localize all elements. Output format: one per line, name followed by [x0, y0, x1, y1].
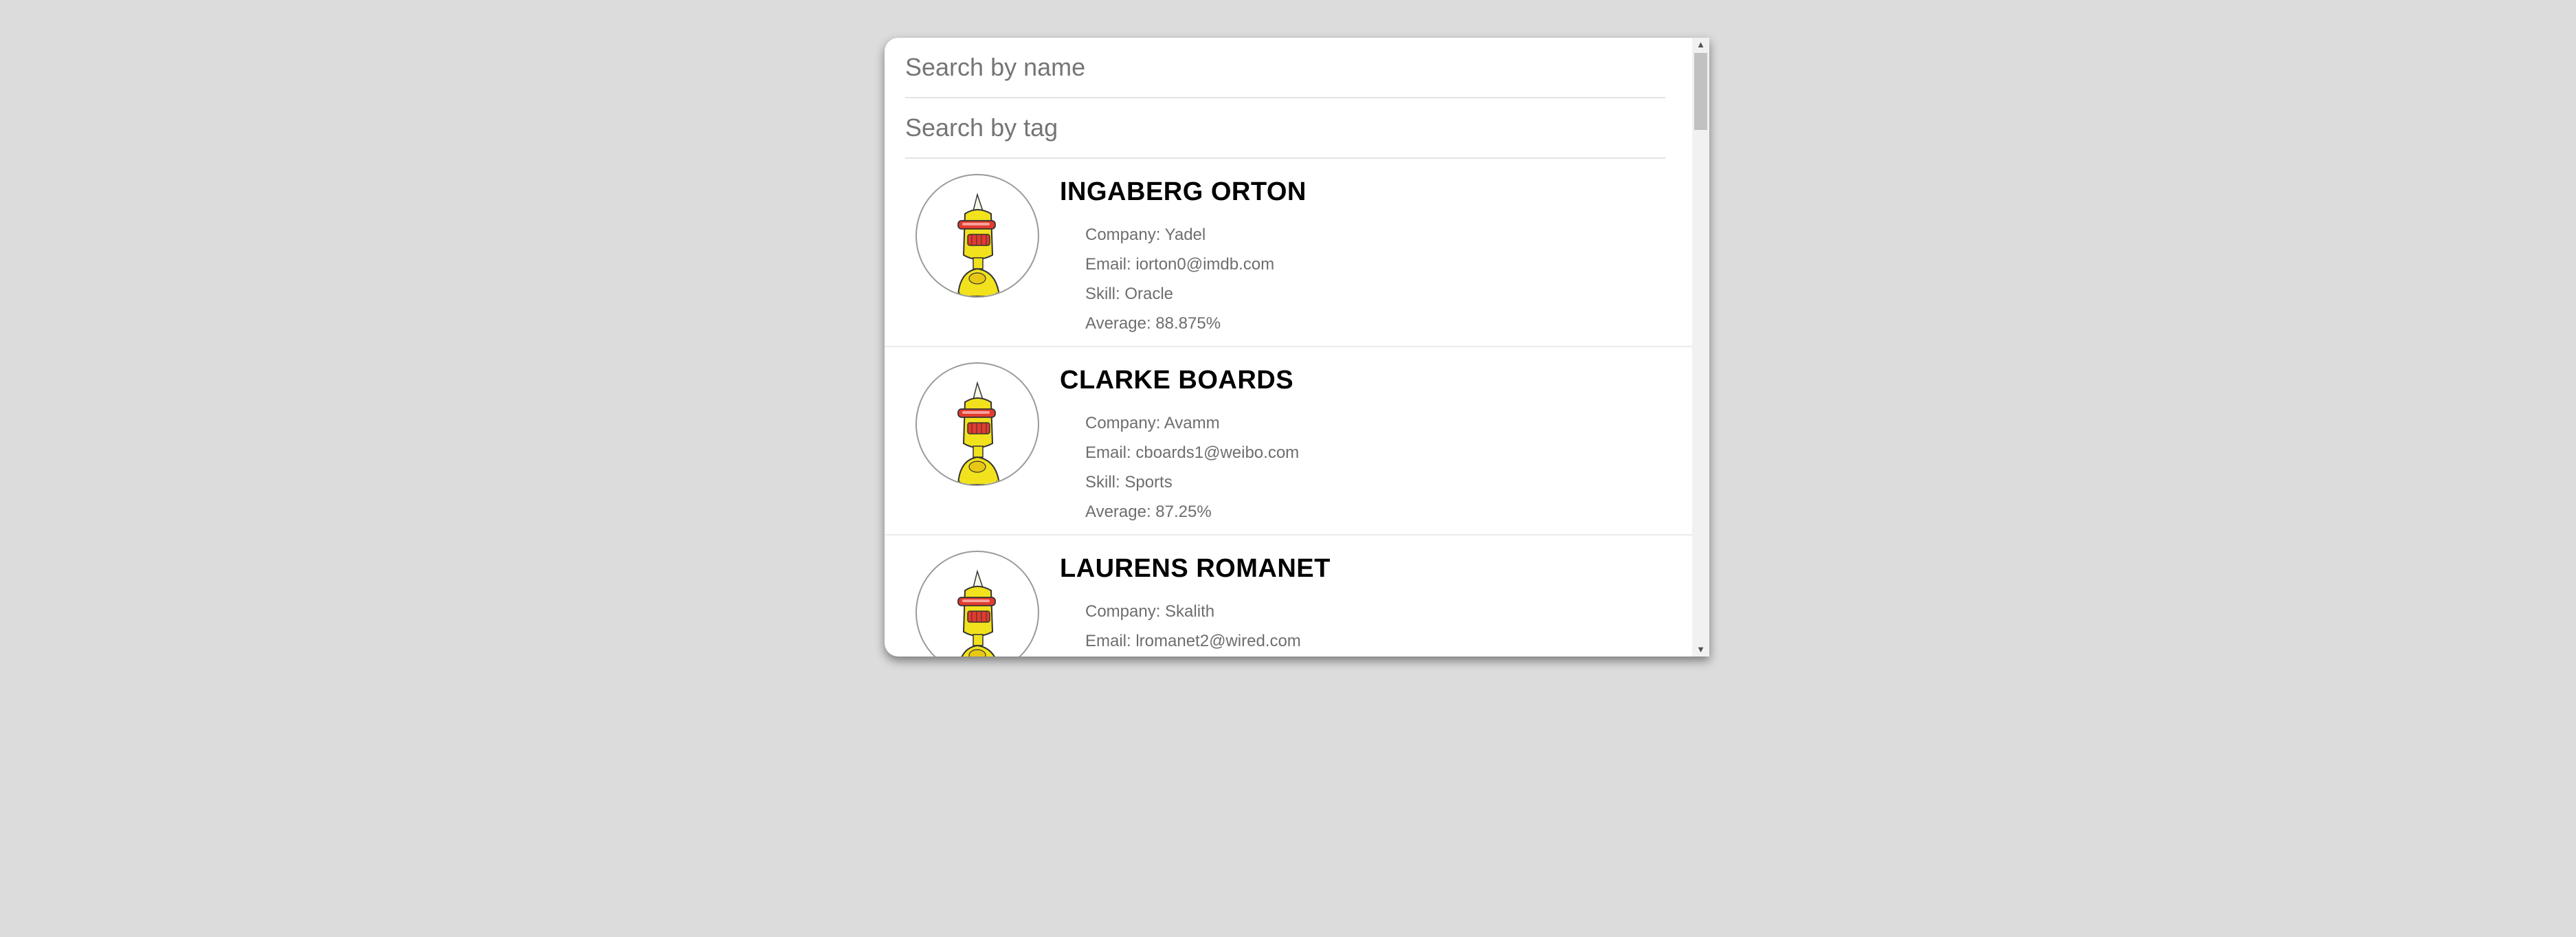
student-skill: Skill: Oracle [1085, 285, 1174, 303]
student-email: Email: iorton0@imdb.com [1085, 255, 1275, 274]
student-email: Email: cboards1@weibo.com [1085, 443, 1300, 462]
student-row: CLARKE BOARDS Company: Avamm Email: cboa… [885, 347, 1693, 536]
arrow-down-icon[interactable]: ▼ [1692, 643, 1709, 657]
robot-avatar-icon [915, 174, 1039, 298]
student-row: LAURENS ROMANET Company: Skalith Email: … [885, 536, 1693, 657]
robot-avatar-icon [915, 551, 1039, 657]
vertical-scrollbar[interactable]: ▲ ▼ [1692, 38, 1709, 657]
student-name: INGABERG ORTON [1060, 177, 1307, 206]
student-name: LAURENS ROMANET [1060, 554, 1331, 583]
student-row: INGABERG ORTON Company: Yadel Email: ior… [885, 159, 1693, 347]
search-by-tag-input[interactable] [905, 98, 1665, 159]
student-company: Company: Yadel [1085, 225, 1206, 244]
student-list-card: INGABERG ORTON Company: Yadel Email: ior… [885, 38, 1709, 657]
robot-avatar-icon [915, 362, 1039, 486]
student-average: Average: 87.25% [1085, 503, 1212, 521]
student-skill: Skill: Sports [1085, 473, 1173, 492]
student-name: CLARKE BOARDS [1060, 366, 1294, 395]
student-email: Email: lromanet2@wired.com [1085, 632, 1301, 650]
student-company: Company: Skalith [1085, 602, 1215, 621]
scrollbar-thumb[interactable] [1694, 53, 1707, 130]
arrow-up-icon[interactable]: ▲ [1692, 38, 1709, 52]
student-average: Average: 88.875% [1085, 314, 1221, 333]
search-by-name-input[interactable] [905, 38, 1665, 98]
student-company: Company: Avamm [1085, 414, 1220, 432]
